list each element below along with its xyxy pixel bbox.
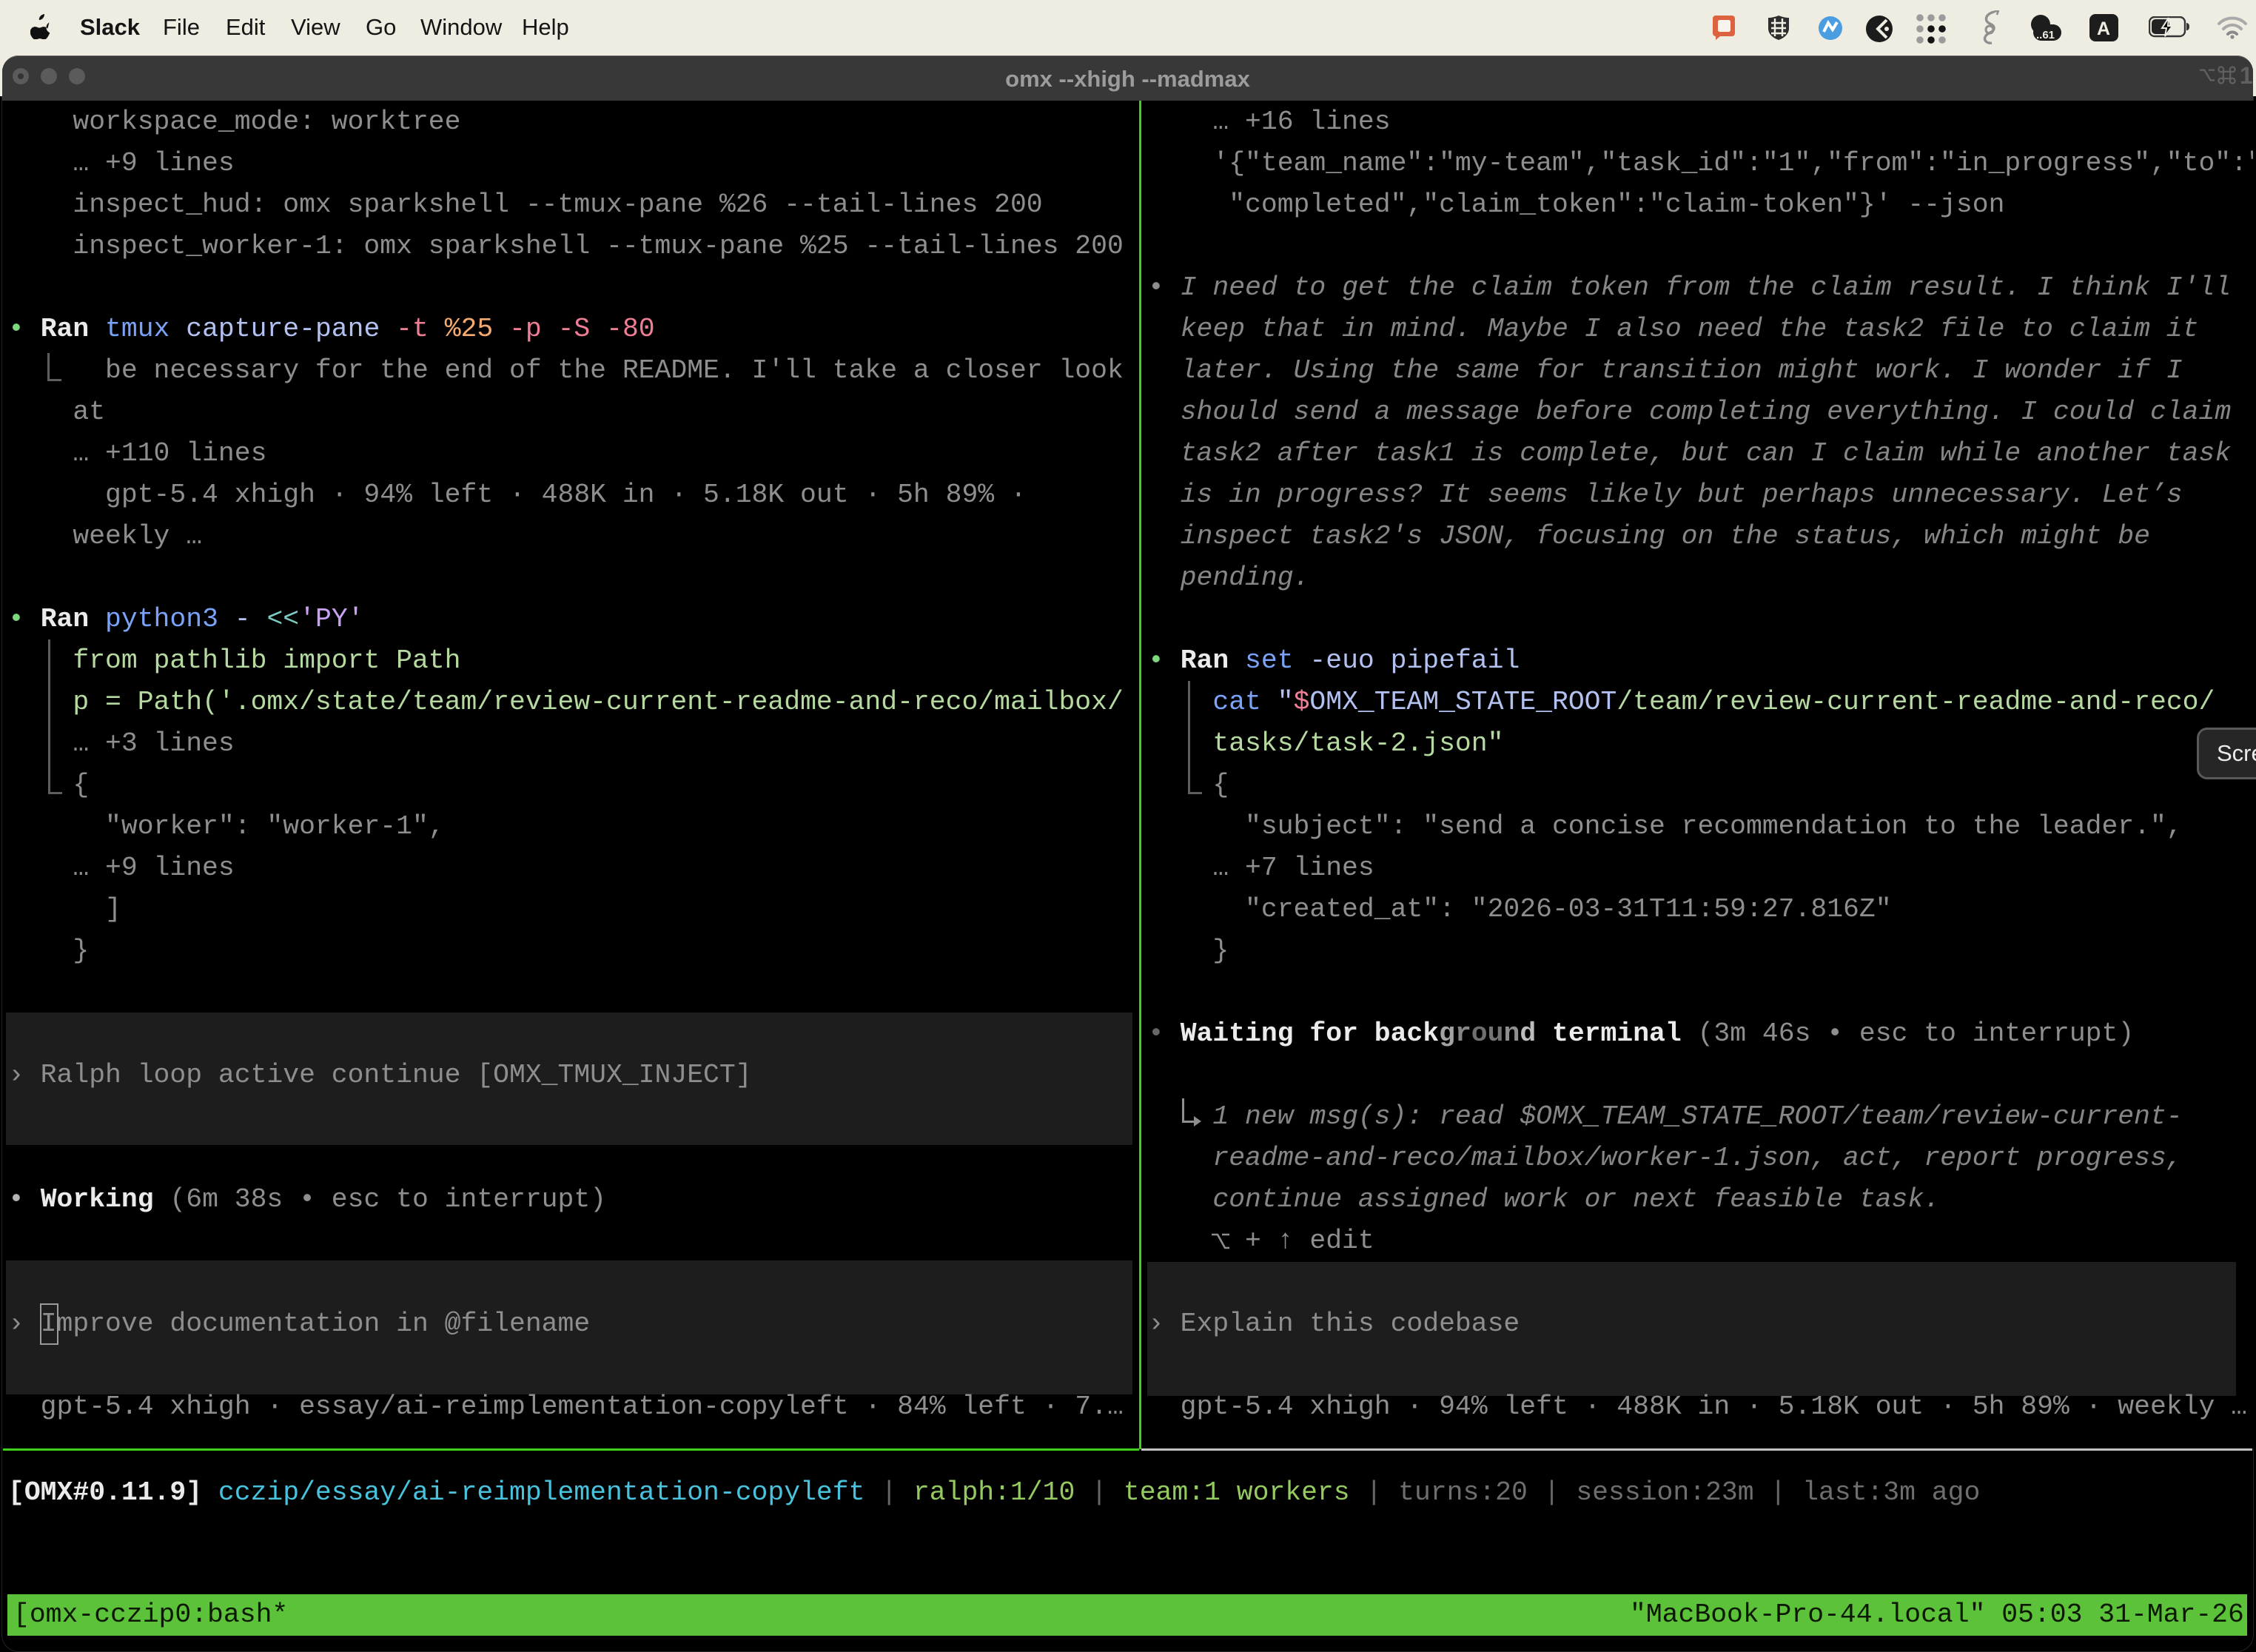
svg-text:..61: ..61	[2036, 29, 2055, 41]
svg-text:A: A	[2097, 19, 2110, 39]
